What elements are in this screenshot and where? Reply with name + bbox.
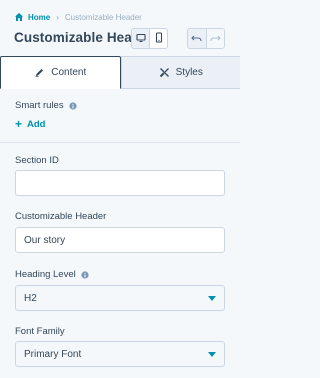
- tab-content-label: Content: [51, 67, 87, 78]
- device-preview-toggle: [131, 28, 168, 49]
- breadcrumb-separator: ›: [56, 12, 59, 22]
- mobile-icon: [155, 30, 163, 48]
- add-smart-rule-label: Add: [27, 118, 46, 130]
- chevron-down-icon: [208, 295, 216, 301]
- tab-styles-label: Styles: [175, 67, 203, 78]
- font-family-label: Font Family: [15, 326, 65, 337]
- info-icon[interactable]: [81, 270, 89, 279]
- breadcrumb-current: Customizable Header: [64, 12, 142, 22]
- home-icon: [14, 12, 24, 22]
- font-family-value: Primary Font: [24, 348, 82, 360]
- styles-brush-icon: [159, 67, 170, 78]
- smart-rules-label-text: Smart rules: [15, 100, 64, 111]
- redo-button[interactable]: [205, 29, 224, 48]
- undo-icon: [191, 30, 202, 48]
- tab-content[interactable]: Content: [0, 56, 121, 89]
- breadcrumb-home-link[interactable]: Home: [28, 13, 50, 22]
- editor-header: Home › Customizable Header Customizable …: [0, 0, 240, 56]
- content-panel: Smart rules + Add Section ID Customizabl…: [0, 89, 240, 378]
- plus-icon: +: [15, 117, 23, 131]
- heading-level-label-text: Heading Level: [15, 269, 76, 280]
- section-id-label: Section ID: [15, 155, 59, 166]
- section-id-input[interactable]: [15, 170, 225, 196]
- font-family-select[interactable]: Primary Font: [15, 341, 225, 367]
- mobile-preview-button[interactable]: [150, 29, 167, 48]
- page-title: Customizable Hea…: [14, 30, 146, 45]
- desktop-icon: [135, 30, 146, 48]
- breadcrumb: Home › Customizable Header: [14, 11, 142, 23]
- customizable-header-label: Customizable Header: [15, 211, 107, 222]
- info-icon[interactable]: [68, 101, 77, 110]
- history-controls: [187, 28, 225, 49]
- add-smart-rule-button[interactable]: + Add: [15, 118, 45, 130]
- smart-rules-label: Smart rules: [15, 100, 77, 111]
- undo-button[interactable]: [188, 29, 206, 48]
- heading-level-label: Heading Level: [15, 269, 89, 280]
- pencil-icon: [34, 67, 45, 78]
- redo-icon: [210, 30, 221, 48]
- divider: [0, 142, 240, 143]
- heading-level-select[interactable]: H2: [15, 285, 225, 311]
- chevron-down-icon: [208, 351, 216, 357]
- editor-tabs: Content Styles: [0, 56, 240, 89]
- customizable-header-input[interactable]: Our story: [15, 227, 225, 253]
- tab-styles[interactable]: Styles: [120, 56, 240, 89]
- heading-level-value: H2: [24, 292, 37, 304]
- desktop-preview-button[interactable]: [132, 29, 150, 48]
